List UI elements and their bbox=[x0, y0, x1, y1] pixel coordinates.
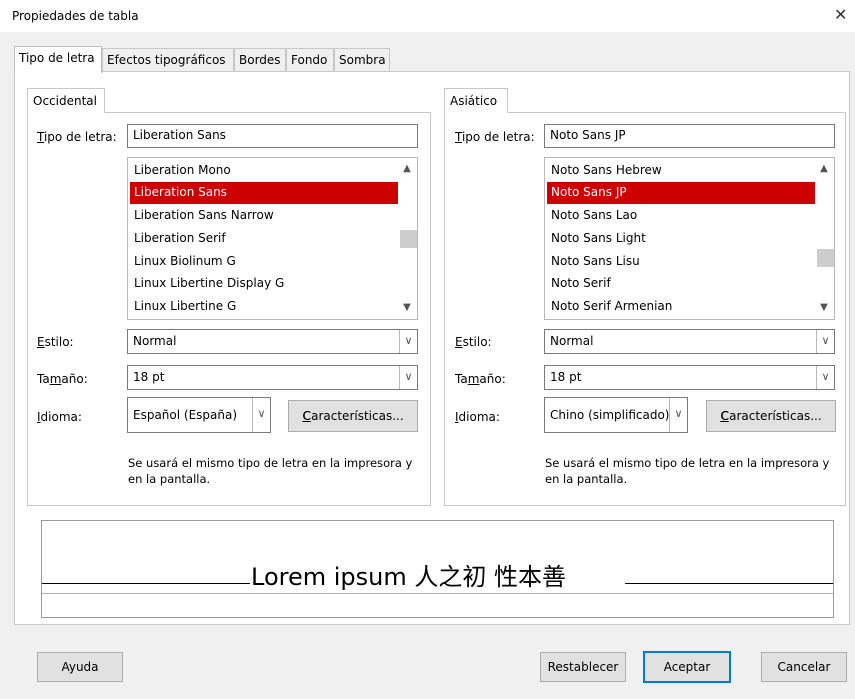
western-style-value: Normal bbox=[133, 334, 177, 348]
asian-size-label: Tamaño: bbox=[455, 372, 506, 386]
list-item[interactable]: Noto Sans Hebrew bbox=[547, 160, 815, 182]
western-font-name-input[interactable]: Liberation Sans bbox=[127, 124, 418, 148]
asian-language-value: Chino (simplificado) bbox=[550, 408, 670, 422]
scroll-down-icon[interactable]: ▼ bbox=[398, 299, 416, 317]
list-item[interactable]: Linux Biolinum G bbox=[130, 251, 398, 273]
tab-western[interactable]: Occidental bbox=[27, 88, 105, 113]
tab-shadow[interactable]: Sombra bbox=[334, 48, 390, 72]
scroll-up-icon[interactable]: ▲ bbox=[815, 160, 833, 178]
western-language-value: Español (España) bbox=[133, 408, 238, 422]
ok-label: Aceptar bbox=[663, 660, 711, 674]
asian-style-select[interactable]: Normal ∨ bbox=[544, 329, 835, 354]
western-size-select[interactable]: 18 pt ∨ bbox=[127, 365, 418, 390]
asian-style-value: Normal bbox=[550, 334, 594, 348]
tab-background[interactable]: Fondo bbox=[286, 48, 334, 72]
chevron-down-icon[interactable]: ∨ bbox=[816, 366, 834, 389]
ok-button[interactable]: Aceptar bbox=[643, 651, 731, 683]
preview-divider bbox=[42, 593, 833, 594]
chevron-down-icon[interactable]: ∨ bbox=[252, 398, 270, 432]
western-style-select[interactable]: Normal ∨ bbox=[127, 329, 418, 354]
list-item[interactable]: Liberation Serif bbox=[130, 228, 398, 250]
chevron-down-icon[interactable]: ∨ bbox=[816, 330, 834, 353]
preview-baseline-right bbox=[625, 583, 833, 584]
list-item[interactable]: Linux Libertine Display G bbox=[130, 273, 398, 295]
list-item[interactable]: Linux Libertine G bbox=[130, 296, 398, 318]
help-button[interactable]: Ayuda bbox=[37, 652, 123, 682]
scroll-up-icon[interactable]: ▲ bbox=[398, 160, 416, 178]
western-features-label: Características... bbox=[302, 409, 404, 423]
reset-label: Restablecer bbox=[547, 660, 619, 674]
western-font-label: Tipo de letra: bbox=[37, 130, 117, 144]
western-font-list-scrollbar[interactable]: ▲ ▼ bbox=[398, 158, 417, 319]
title-bar: Propiedades de tabla ✕ bbox=[0, 0, 855, 32]
asian-font-list-scrollbar[interactable]: ▲ ▼ bbox=[815, 158, 834, 319]
western-font-list[interactable]: Liberation Mono Liberation Sans Liberati… bbox=[127, 157, 418, 320]
asian-size-select[interactable]: 18 pt ∨ bbox=[544, 365, 835, 390]
asian-font-list[interactable]: Noto Sans Hebrew Noto Sans JP Noto Sans … bbox=[544, 157, 835, 320]
close-icon[interactable]: ✕ bbox=[834, 5, 847, 24]
asian-font-label: Tipo de letra: bbox=[455, 130, 535, 144]
list-item[interactable]: Noto Serif bbox=[547, 273, 815, 295]
list-item[interactable]: Liberation Sans Narrow bbox=[130, 205, 398, 227]
western-size-value: 18 pt bbox=[133, 370, 165, 384]
reset-button[interactable]: Restablecer bbox=[540, 652, 626, 682]
chevron-down-icon[interactable]: ∨ bbox=[399, 366, 417, 389]
window-title: Propiedades de tabla bbox=[12, 9, 139, 23]
tab-font-effects[interactable]: Efectos tipográficos bbox=[102, 48, 234, 72]
tab-asian[interactable]: Asiático bbox=[444, 88, 508, 113]
chevron-down-icon[interactable]: ∨ bbox=[399, 330, 417, 353]
western-size-label: Tamaño: bbox=[37, 372, 88, 386]
list-item[interactable]: Noto Sans Lao bbox=[547, 205, 815, 227]
list-item-selected[interactable]: Liberation Sans bbox=[130, 182, 398, 204]
western-features-button[interactable]: CCaracterísticas... bbox=[288, 400, 418, 432]
western-language-label: Idioma: bbox=[37, 410, 82, 424]
list-item[interactable]: Noto Serif Armenian bbox=[547, 296, 815, 318]
asian-language-label: Idioma: bbox=[455, 410, 500, 424]
list-item[interactable]: Noto Sans Light bbox=[547, 228, 815, 250]
tab-borders[interactable]: Bordes bbox=[234, 48, 286, 72]
list-item[interactable]: Noto Sans Lisu bbox=[547, 251, 815, 273]
list-item[interactable]: Liberation Mono bbox=[130, 160, 398, 182]
asian-features-button[interactable]: CCaracterísticas... bbox=[706, 400, 836, 432]
scroll-thumb[interactable] bbox=[817, 249, 834, 267]
western-style-label: Estilo: bbox=[37, 335, 74, 349]
cancel-button[interactable]: Cancelar bbox=[761, 652, 847, 682]
asian-font-name-input[interactable]: Noto Sans JP bbox=[544, 124, 835, 148]
asian-style-label: Estilo: bbox=[455, 335, 492, 349]
preview-baseline-left bbox=[42, 583, 250, 584]
asian-size-value: 18 pt bbox=[550, 370, 582, 384]
scroll-thumb[interactable] bbox=[400, 230, 417, 248]
font-preview: Lorem ipsum 人之初 性本善 bbox=[41, 520, 834, 618]
asian-language-select[interactable]: Chino (simplificado) ∨ bbox=[544, 397, 688, 433]
chevron-down-icon[interactable]: ∨ bbox=[669, 398, 687, 432]
western-language-select[interactable]: Español (España) ∨ bbox=[127, 397, 271, 433]
cancel-label: Cancelar bbox=[777, 660, 831, 674]
asian-features-label: Características... bbox=[720, 409, 822, 423]
asian-note: Se usará el mismo tipo de letra en la im… bbox=[545, 456, 830, 486]
tab-font[interactable]: Tipo de letra bbox=[14, 46, 102, 73]
list-item-selected[interactable]: Noto Sans JP bbox=[547, 182, 815, 204]
preview-text: Lorem ipsum 人之初 性本善 bbox=[251, 563, 566, 591]
scroll-down-icon[interactable]: ▼ bbox=[815, 299, 833, 317]
help-label: Ayuda bbox=[61, 660, 99, 674]
western-note: Se usará el mismo tipo de letra en la im… bbox=[128, 456, 413, 486]
